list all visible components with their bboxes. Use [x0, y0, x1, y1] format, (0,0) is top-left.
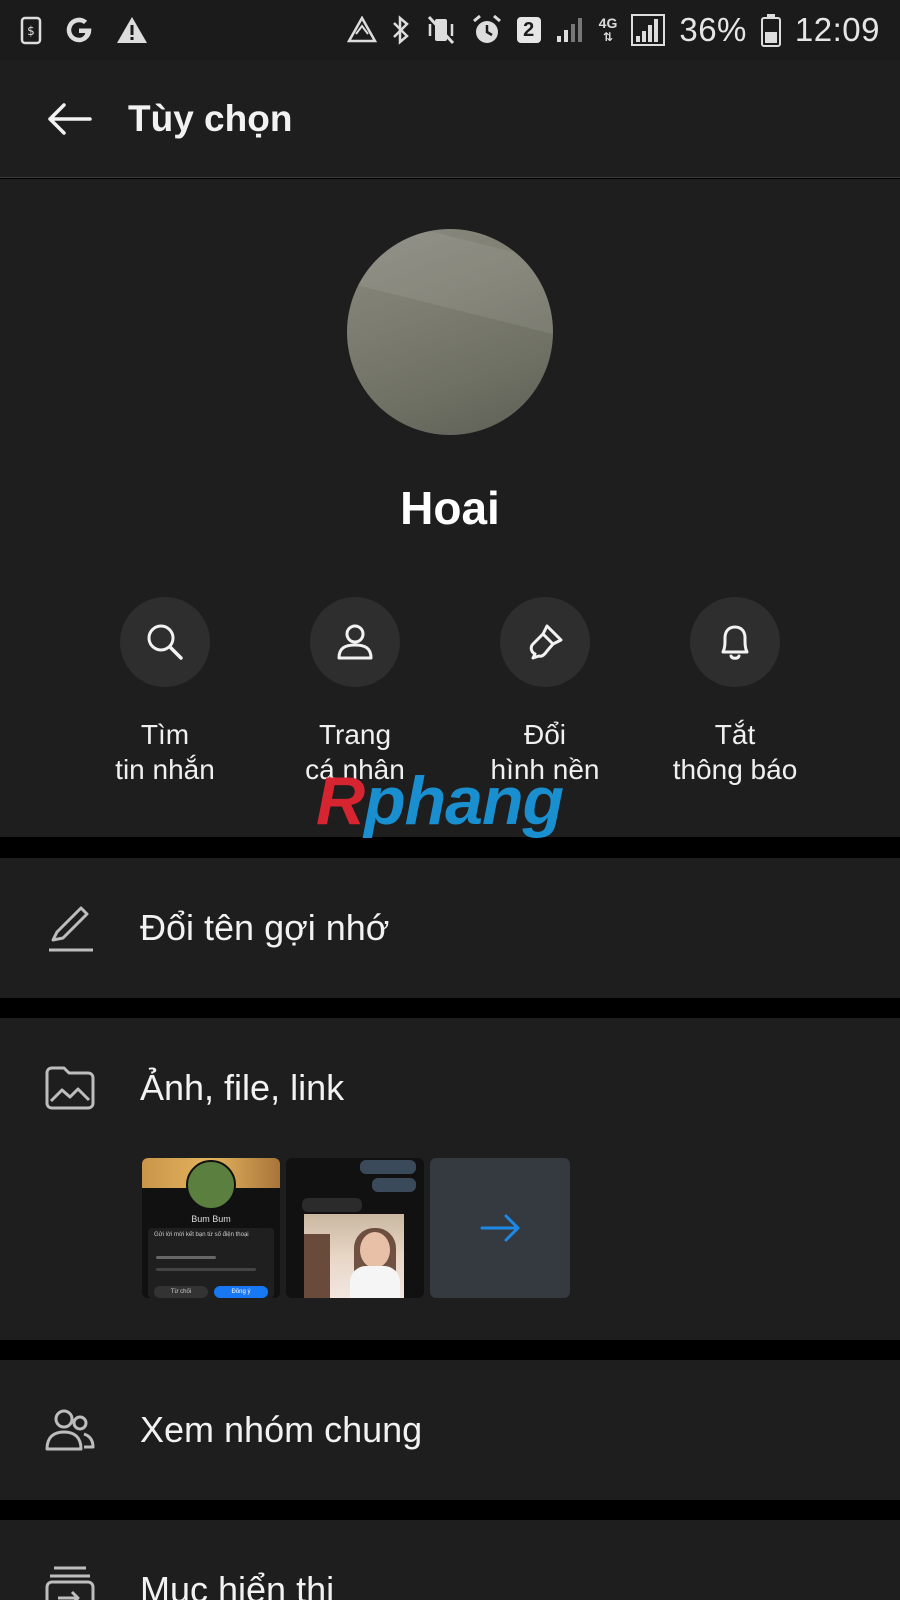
- warning-icon: [116, 16, 148, 44]
- status-bar: $ 2 4G ⇅ 36% 12:09: [0, 0, 900, 60]
- app-header: Tùy chọn: [0, 60, 900, 178]
- group-icon: [44, 1404, 96, 1456]
- paint-brush-icon: [529, 624, 563, 660]
- thumbnail-decline: Từ chối: [154, 1286, 208, 1298]
- thumbnail-avatar: [186, 1160, 236, 1210]
- action-label: Tìm tin nhắn: [115, 719, 215, 785]
- battery-percentage: 36%: [679, 11, 747, 48]
- change-wallpaper-button[interactable]: Đổi hình nền: [450, 597, 640, 787]
- signal-weak-icon: [555, 16, 585, 44]
- arrow-left-icon: [48, 102, 92, 135]
- person-icon: [337, 624, 373, 660]
- thumbnail-photo: [304, 1214, 404, 1298]
- network-type-icon: 4G ⇅: [598, 14, 618, 44]
- action-circle[interactable]: [310, 597, 400, 687]
- rename-section: Đổi tên gợi nhớ: [0, 858, 900, 998]
- svg-text:$: $: [27, 24, 35, 38]
- action-circle[interactable]: [120, 597, 210, 687]
- folder-image-icon: [44, 1062, 96, 1114]
- search-icon: [147, 624, 183, 660]
- profile-page-button[interactable]: Trang cá nhân: [260, 597, 450, 787]
- arrow-right-icon: [480, 1214, 520, 1242]
- screen: $ 2 4G ⇅ 36% 12:09 Tùy chọn Hoai Tìm tin…: [0, 0, 900, 1600]
- media-thumbnail[interactable]: Bum Bum Gửi lời mời kết bạn từ số điện t…: [142, 1158, 280, 1298]
- bluetooth-icon: [391, 14, 411, 46]
- signal-strength-icon: [631, 14, 666, 46]
- search-messages-button[interactable]: Tìm tin nhắn: [70, 597, 260, 787]
- media-files-links-label: Ảnh, file, link: [140, 1067, 345, 1108]
- pencil-icon: [44, 902, 96, 954]
- display-list-icon: [44, 1564, 96, 1600]
- battery-icon: [760, 13, 781, 47]
- display-items-item[interactable]: Mục hiển thị: [0, 1540, 900, 1600]
- action-label: Tắt thông báo: [672, 719, 798, 785]
- notification-count-badge: 2: [516, 17, 541, 43]
- vibrate-mute-icon: [425, 15, 457, 45]
- view-common-groups-label: Xem nhóm chung: [140, 1409, 423, 1450]
- avatar[interactable]: [347, 229, 553, 435]
- action-circle[interactable]: [500, 597, 590, 687]
- thumbnail-name: Bum Bum: [191, 1214, 231, 1224]
- thumbnail-accept: Đồng ý: [214, 1286, 268, 1298]
- profile-name: Hoai: [400, 482, 500, 534]
- bell-icon: [721, 625, 749, 660]
- clock: 12:09: [794, 11, 880, 48]
- page-title: Tùy chọn: [128, 97, 293, 139]
- mute-notifications-button[interactable]: Tắt thông báo: [640, 597, 830, 787]
- rename-nickname-item[interactable]: Đổi tên gợi nhớ: [0, 878, 900, 978]
- display-section: Mục hiển thị: [0, 1520, 900, 1600]
- see-more-media-button[interactable]: [430, 1158, 570, 1298]
- data-saver-icon: [346, 16, 377, 44]
- view-common-groups-item[interactable]: Xem nhóm chung: [0, 1380, 900, 1480]
- media-thumbnails: Bum Bum Gửi lời mời kết bạn từ số điện t…: [142, 1158, 570, 1298]
- battery-saver-icon: $: [20, 15, 42, 45]
- display-items-label: Mục hiển thị: [140, 1569, 335, 1600]
- thumbnail-text: Gửi lời mời kết bạn từ số điện thoại: [154, 1232, 249, 1238]
- media-section: Ảnh, file, link Bum Bum Gửi lời mời kết …: [0, 1018, 900, 1340]
- back-button[interactable]: [46, 99, 92, 139]
- alarm-icon: [471, 14, 503, 46]
- rename-nickname-label: Đổi tên gợi nhớ: [140, 907, 390, 948]
- action-circle[interactable]: [690, 597, 780, 687]
- google-icon: [64, 15, 94, 45]
- profile-section: Hoai Tìm tin nhắn Trang cá nhân Đổi hình…: [0, 179, 900, 837]
- watermark-logo: Rphang: [316, 763, 564, 839]
- groups-section: Xem nhóm chung: [0, 1360, 900, 1500]
- media-thumbnail[interactable]: [286, 1158, 424, 1298]
- media-files-links-item[interactable]: Ảnh, file, link: [0, 1038, 900, 1138]
